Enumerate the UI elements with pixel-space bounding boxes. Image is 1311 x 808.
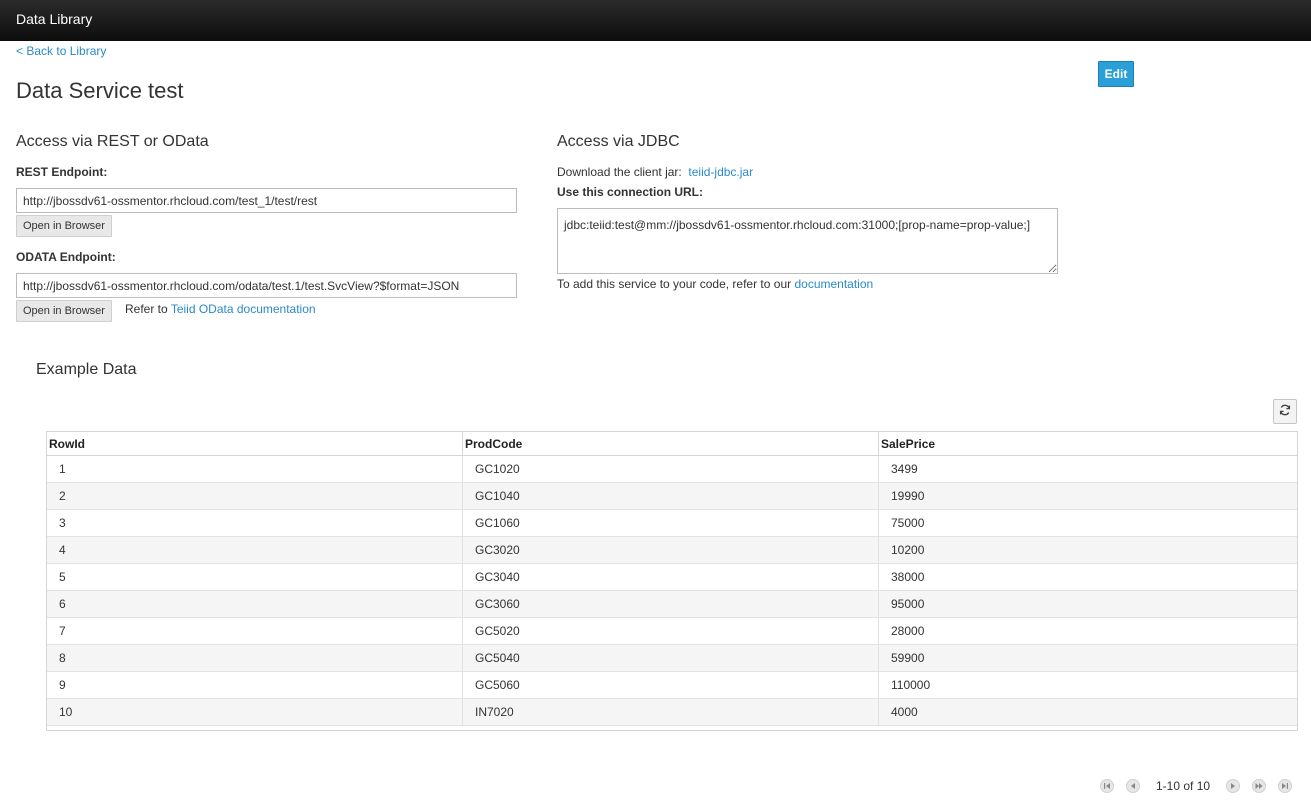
documentation-link[interactable]: documentation — [794, 277, 873, 291]
cell-rowid: 10 — [47, 699, 463, 725]
top-navbar: Data Library — [0, 0, 1311, 41]
rest-endpoint-input[interactable] — [16, 188, 517, 213]
cell-prodcode: GC1040 — [463, 483, 879, 509]
app-title[interactable]: Data Library — [16, 11, 92, 27]
cell-saleprice: 75000 — [891, 516, 925, 530]
column-header-rowid[interactable]: RowId — [47, 432, 463, 455]
cell-prodcode: GC5020 — [463, 618, 879, 644]
cell-rowid: 6 — [47, 591, 463, 617]
cell-prodcode: GC3060 — [463, 591, 879, 617]
table-row[interactable]: 2 GC1040 19990 — [47, 483, 1297, 510]
fast-forward-button[interactable] — [1252, 779, 1267, 793]
cell-saleprice: 95000 — [891, 597, 925, 611]
cell-prodcode: GC1020 — [463, 456, 879, 482]
odata-refer-text: Refer to Teiid OData documentation — [125, 302, 316, 316]
cell-saleprice: 110000 — [891, 678, 931, 692]
open-odata-in-browser-button[interactable]: Open in Browser — [16, 300, 112, 322]
table-row[interactable]: 5 GC3040 38000 — [47, 564, 1297, 591]
example-data-title: Example Data — [36, 361, 137, 378]
jdbc-section-title: Access via JDBC — [557, 133, 680, 150]
cell-rowid: 3 — [47, 510, 463, 536]
cell-prodcode: GC3020 — [463, 537, 879, 563]
cell-rowid: 8 — [47, 645, 463, 671]
table-row[interactable]: 6 GC3060 95000 — [47, 591, 1297, 618]
pager: 1-10 of 10 — [1094, 776, 1298, 796]
cell-saleprice: 59900 — [891, 651, 925, 665]
cell-rowid: 7 — [47, 618, 463, 644]
table-row[interactable]: 10 IN7020 4000 — [47, 699, 1297, 726]
table-row[interactable]: 4 GC3020 10200 — [47, 537, 1297, 564]
edit-button[interactable]: Edit — [1098, 61, 1134, 87]
connection-url-label: Use this connection URL: — [557, 185, 704, 199]
connection-url-textarea[interactable]: jdbc:teiid:test@mm://jbossdv61-ossmentor… — [557, 208, 1058, 274]
next-page-button[interactable] — [1226, 779, 1241, 793]
last-page-icon — [1282, 783, 1289, 789]
odata-endpoint-label: ODATA Endpoint: — [16, 250, 116, 264]
example-data-grid: RowId ProdCode SalePrice 1 GC1020 3499 2… — [46, 431, 1298, 731]
cell-saleprice: 38000 — [891, 570, 925, 584]
table-row[interactable]: 9 GC5060 110000 — [47, 672, 1297, 699]
add-service-text: To add this service to your code, refer … — [557, 277, 874, 291]
table-row[interactable]: 1 GC1020 3499 — [47, 456, 1297, 483]
page-range-text: 1-10 of 10 — [1156, 779, 1211, 793]
table-row[interactable]: 3 GC1060 75000 — [47, 510, 1297, 537]
cell-saleprice: 28000 — [891, 624, 925, 638]
cell-prodcode: IN7020 — [463, 699, 879, 725]
cell-prodcode: GC5040 — [463, 645, 879, 671]
next-page-icon — [1231, 783, 1236, 789]
fast-forward-icon — [1255, 783, 1263, 789]
column-header-saleprice[interactable]: SalePrice — [879, 432, 1295, 455]
cell-prodcode: GC5060 — [463, 672, 879, 698]
first-page-icon — [1104, 783, 1110, 789]
page-title: Data Service test — [16, 78, 184, 103]
teiid-odata-doc-link[interactable]: Teiid OData documentation — [171, 302, 316, 316]
cell-rowid: 5 — [47, 564, 463, 590]
cell-rowid: 2 — [47, 483, 463, 509]
download-jar-text: Download the client jar: teiid-jdbc.jar — [557, 165, 754, 179]
cell-saleprice: 10200 — [891, 543, 925, 557]
table-row[interactable]: 7 GC5020 28000 — [47, 618, 1297, 645]
first-page-button[interactable] — [1100, 779, 1114, 793]
refresh-icon — [1279, 404, 1291, 419]
cell-saleprice: 3499 — [891, 462, 918, 476]
cell-prodcode: GC1060 — [463, 510, 879, 536]
open-rest-in-browser-button[interactable]: Open in Browser — [16, 215, 112, 237]
cell-saleprice: 4000 — [891, 705, 918, 719]
cell-rowid: 9 — [47, 672, 463, 698]
last-page-button[interactable] — [1278, 779, 1293, 793]
teiid-jdbc-jar-link[interactable]: teiid-jdbc.jar — [688, 165, 753, 179]
column-header-prodcode[interactable]: ProdCode — [463, 432, 879, 455]
table-row[interactable]: 8 GC5040 59900 — [47, 645, 1297, 672]
previous-page-icon — [1131, 783, 1135, 789]
cell-rowid: 4 — [47, 537, 463, 563]
cell-prodcode: GC3040 — [463, 564, 879, 590]
rest-section-title: Access via REST or OData — [16, 133, 209, 150]
previous-page-button[interactable] — [1126, 779, 1140, 793]
refresh-button[interactable] — [1273, 399, 1297, 424]
rest-endpoint-label: REST Endpoint: — [16, 165, 108, 179]
cell-saleprice: 19990 — [891, 489, 925, 503]
cell-rowid: 1 — [47, 456, 463, 482]
back-to-library-link[interactable]: < Back to Library — [16, 44, 106, 58]
odata-endpoint-input[interactable] — [16, 273, 517, 298]
grid-header: RowId ProdCode SalePrice — [47, 432, 1297, 456]
